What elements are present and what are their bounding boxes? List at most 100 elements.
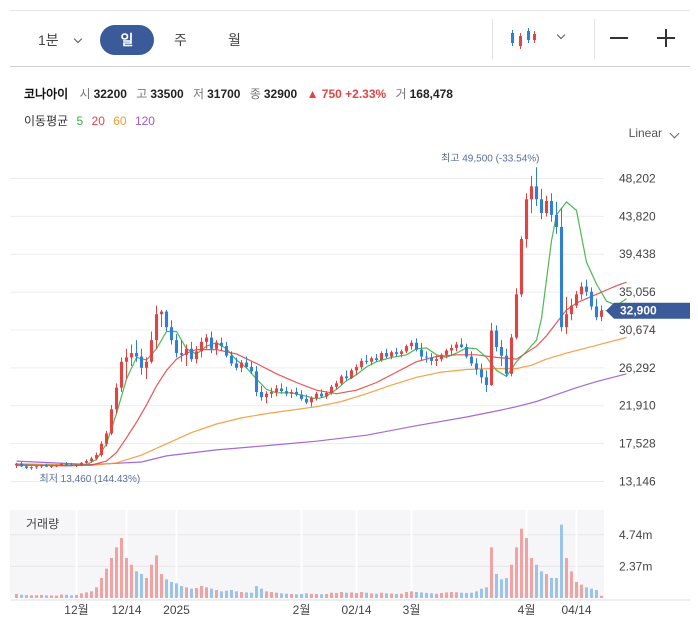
ma5-line bbox=[16, 201, 627, 466]
volume-bar bbox=[95, 587, 98, 598]
volume-tick-label: 2.37m bbox=[619, 559, 652, 573]
candle-body bbox=[579, 286, 584, 295]
candle-body bbox=[209, 337, 214, 349]
volume-bar bbox=[495, 574, 498, 598]
candle-body bbox=[524, 199, 529, 240]
volume-bar bbox=[575, 582, 578, 598]
volume-bar bbox=[215, 590, 218, 598]
candle-body bbox=[249, 366, 254, 372]
volume-bar bbox=[375, 593, 378, 598]
candle-body bbox=[309, 398, 314, 403]
candle-body bbox=[219, 342, 224, 347]
candle-body bbox=[584, 286, 589, 292]
candle-body bbox=[244, 362, 249, 367]
candle-body bbox=[359, 360, 364, 367]
volume-bar bbox=[225, 590, 228, 598]
candle-body bbox=[54, 465, 59, 467]
candle-body bbox=[254, 371, 259, 392]
candle-body bbox=[504, 355, 509, 374]
candle-body bbox=[339, 376, 344, 384]
volume-bar bbox=[320, 594, 323, 598]
volume-bar bbox=[585, 587, 588, 598]
candle-body bbox=[409, 342, 414, 347]
volume-bar bbox=[350, 592, 353, 598]
volume-bar bbox=[155, 555, 158, 598]
y-tick-label: 21,910 bbox=[619, 399, 656, 413]
candle-body bbox=[274, 388, 279, 392]
volume-bar bbox=[545, 574, 548, 598]
volume-bar bbox=[380, 592, 383, 598]
candle-body bbox=[374, 358, 379, 360]
y-tick-label: 26,292 bbox=[619, 361, 656, 375]
volume-bar bbox=[465, 592, 468, 598]
candle-body bbox=[454, 344, 459, 348]
candle-body bbox=[79, 462, 84, 465]
volume-bar bbox=[70, 595, 73, 598]
candle-body bbox=[224, 346, 229, 356]
volume-bar bbox=[390, 593, 393, 598]
candle-body bbox=[424, 356, 429, 358]
volume-bar bbox=[535, 564, 538, 598]
x-tick-label: 3월 bbox=[403, 603, 421, 617]
candle-body bbox=[289, 391, 294, 394]
volume-bar bbox=[565, 558, 568, 598]
y-tick-label: 43,820 bbox=[619, 209, 656, 223]
candle-body bbox=[234, 363, 239, 368]
volume-bar bbox=[110, 558, 113, 598]
volume-bar bbox=[30, 595, 33, 598]
volume-bar bbox=[505, 578, 508, 598]
candle-body bbox=[264, 393, 269, 398]
volume-bar bbox=[230, 590, 233, 598]
candle-body bbox=[194, 351, 199, 360]
candle-body bbox=[49, 465, 54, 467]
candle-body bbox=[354, 366, 359, 371]
volume-bar bbox=[120, 538, 123, 598]
candle-body bbox=[529, 186, 534, 200]
candle-body bbox=[329, 386, 334, 393]
volume-bar bbox=[220, 591, 223, 598]
volume-bar bbox=[450, 592, 453, 598]
candle-body bbox=[114, 387, 119, 410]
candle-body bbox=[304, 398, 309, 403]
volume-bar bbox=[345, 592, 348, 598]
candle-body bbox=[434, 359, 439, 361]
volume-bar bbox=[435, 593, 438, 598]
volume-bar bbox=[300, 594, 303, 598]
volume-tick-label: 4.74m bbox=[619, 528, 652, 542]
volume-bar bbox=[340, 592, 343, 598]
candle-body bbox=[34, 466, 39, 468]
candle-body bbox=[464, 347, 469, 357]
candle-body bbox=[24, 466, 29, 469]
candle-body bbox=[404, 346, 409, 352]
candle-body bbox=[474, 363, 479, 370]
candle-body bbox=[129, 353, 134, 358]
candle-body bbox=[279, 388, 284, 392]
candle-body bbox=[539, 199, 544, 214]
x-tick-label: 12월 bbox=[64, 603, 88, 617]
candle-body bbox=[174, 340, 179, 354]
volume-bar bbox=[170, 582, 173, 598]
candle-body bbox=[574, 294, 579, 306]
volume-bar bbox=[595, 590, 598, 598]
volume-bar bbox=[240, 592, 243, 598]
x-tick-label: 2월 bbox=[293, 603, 311, 617]
candle-body bbox=[589, 291, 594, 307]
volume-bar bbox=[145, 578, 148, 598]
volume-bar bbox=[355, 592, 358, 598]
volume-bar bbox=[440, 592, 443, 598]
candle-body bbox=[119, 361, 124, 388]
candle-body bbox=[99, 443, 104, 456]
candle-body bbox=[384, 353, 389, 357]
candle-body bbox=[369, 358, 374, 362]
y-tick-label: 39,438 bbox=[619, 247, 656, 261]
volume-bar bbox=[580, 584, 583, 598]
volume-bar bbox=[290, 594, 293, 598]
price-chart[interactable]: 48,202 43,820 39,438 35,056 30,674 26,292 21,9… bbox=[0, 0, 698, 634]
x-tick-label: 2025 bbox=[163, 603, 190, 617]
candle-body bbox=[449, 347, 454, 351]
candle-body bbox=[144, 361, 149, 368]
candle-body bbox=[229, 355, 234, 364]
volume-bar bbox=[305, 593, 308, 598]
volume-bar bbox=[160, 574, 163, 598]
volume-panel bbox=[10, 510, 604, 598]
